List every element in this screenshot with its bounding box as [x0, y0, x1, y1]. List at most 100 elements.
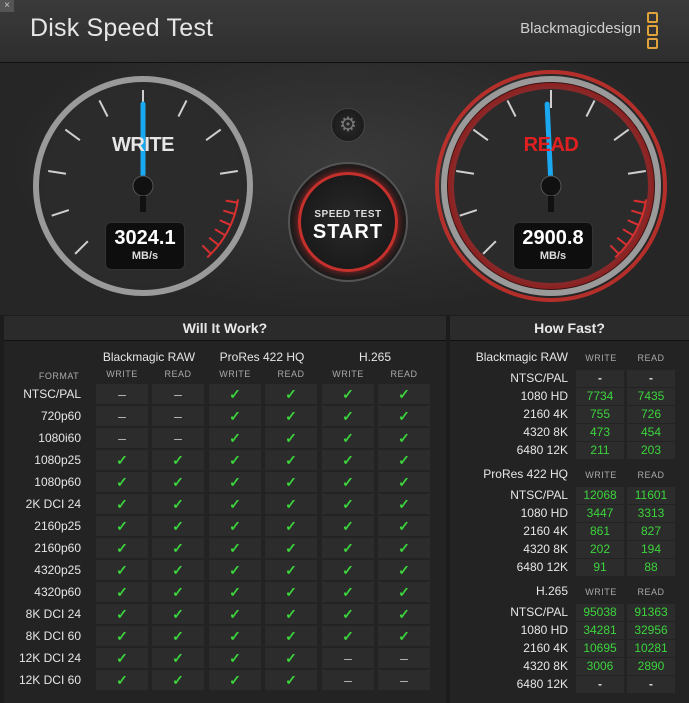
format-row-label: 4320 8K	[523, 659, 568, 673]
check-icon: ✓	[209, 384, 261, 404]
check-icon: ✓	[96, 582, 148, 602]
format-row-label: 1080 HD	[520, 623, 568, 637]
format-row-label: 1080i60	[38, 431, 81, 445]
read-gauge-dial	[435, 70, 667, 302]
format-row-label: 12K DCI 24	[18, 651, 81, 665]
format-row-label: 1080 HD	[520, 389, 568, 403]
dash-icon: –	[96, 384, 148, 404]
read-speed-value: 203	[627, 442, 675, 459]
codec-section-header: ProRes 422 HQ	[483, 467, 568, 481]
check-icon: ✓	[152, 670, 204, 690]
will-it-work-title: Will It Work?	[4, 316, 446, 341]
dash-icon: –	[378, 648, 430, 668]
check-icon: ✓	[209, 648, 261, 668]
read-speed-value: 2890	[627, 658, 675, 675]
check-icon: ✓	[265, 670, 317, 690]
write-col-header: WRITE	[585, 587, 617, 597]
format-row-label: 2160 4K	[523, 641, 568, 655]
format-row-label: 6480 12K	[516, 677, 568, 691]
read-speed-value: -	[627, 370, 675, 387]
read-unit: MB/s	[539, 250, 567, 262]
start-button-caption: SPEED TEST	[314, 209, 382, 220]
read-speed-value: 32956	[627, 622, 675, 639]
write-speed-value: 10695	[576, 640, 624, 657]
format-row-label: 2160p60	[34, 541, 81, 555]
check-icon: ✓	[209, 428, 261, 448]
check-icon: ✓	[265, 582, 317, 602]
write-col-header: WRITE	[585, 470, 617, 480]
check-icon: ✓	[322, 560, 374, 580]
write-speed-value: 91	[576, 559, 624, 576]
write-gauge-dial	[33, 76, 253, 296]
how-fast-panel: How Fast? Blackmagic RAW WRITE READ NTSC/PA…	[450, 316, 689, 703]
check-icon: ✓	[378, 384, 430, 404]
format-row-label: 8K DCI 60	[25, 629, 81, 643]
check-icon: ✓	[96, 494, 148, 514]
check-icon: ✓	[152, 560, 204, 580]
check-icon: ✓	[378, 472, 430, 492]
check-icon: ✓	[378, 604, 430, 624]
check-icon: ✓	[265, 428, 317, 448]
write-speed-value: 12068	[576, 487, 624, 504]
read-speed-value: 7435	[627, 388, 675, 405]
dash-icon: –	[322, 648, 374, 668]
check-icon: ✓	[378, 538, 430, 558]
check-icon: ✓	[96, 626, 148, 646]
check-icon: ✓	[322, 516, 374, 536]
close-icon[interactable]: ×	[0, 0, 14, 12]
dash-icon: –	[96, 428, 148, 448]
format-row-label: 2160p25	[34, 519, 81, 533]
check-icon: ✓	[152, 648, 204, 668]
settings-gear-icon[interactable]: ⚙	[331, 108, 365, 142]
read-speed-value: 88	[627, 559, 675, 576]
check-icon: ✓	[96, 472, 148, 492]
check-icon: ✓	[209, 538, 261, 558]
format-row-label: 8K DCI 24	[25, 607, 81, 621]
codec-section-header: Blackmagic RAW	[475, 350, 568, 364]
check-icon: ✓	[152, 604, 204, 624]
check-icon: ✓	[96, 450, 148, 470]
start-button-ring: SPEED TEST START	[298, 172, 398, 272]
write-speed-value: 95038	[576, 604, 624, 621]
check-icon: ✓	[265, 560, 317, 580]
read-col-header: READ	[637, 470, 665, 480]
check-icon: ✓	[96, 670, 148, 690]
dash-icon: –	[322, 670, 374, 690]
read-col-header: READ	[277, 369, 305, 379]
read-speed-value: 726	[627, 406, 675, 423]
read-speed-value: 454	[627, 424, 675, 441]
brand-logo-icon	[647, 12, 658, 49]
format-row-label: 6480 12K	[516, 443, 568, 457]
write-speed-value: 34281	[576, 622, 624, 639]
check-icon: ✓	[265, 406, 317, 426]
check-icon: ✓	[322, 406, 374, 426]
read-gauge: READ 2900.8 MB/s	[430, 70, 672, 306]
format-row-label: 1080 HD	[520, 506, 568, 520]
dash-icon: –	[152, 428, 204, 448]
read-gauge-label: READ	[523, 134, 579, 156]
check-icon: ✓	[378, 494, 430, 514]
check-icon: ✓	[209, 450, 261, 470]
format-row-label: 4320p60	[34, 585, 81, 599]
format-row-label: 6480 12K	[516, 560, 568, 574]
dash-icon: –	[152, 384, 204, 404]
read-gauge-hub	[540, 175, 562, 197]
read-col-header: READ	[390, 369, 418, 379]
format-row-label: 4320 8K	[523, 425, 568, 439]
write-speed-value: 211	[576, 442, 624, 459]
check-icon: ✓	[322, 428, 374, 448]
check-icon: ✓	[209, 560, 261, 580]
start-button[interactable]: SPEED TEST START	[288, 162, 408, 282]
check-icon: ✓	[322, 384, 374, 404]
format-row-label: NTSC/PAL	[23, 387, 81, 401]
check-icon: ✓	[265, 494, 317, 514]
check-icon: ✓	[322, 450, 374, 470]
write-speed-value: 755	[576, 406, 624, 423]
check-icon: ✓	[265, 538, 317, 558]
write-col-header: WRITE	[219, 369, 251, 379]
check-icon: ✓	[209, 494, 261, 514]
write-gauge-label: WRITE	[112, 134, 174, 156]
app-title: Disk Speed Test	[30, 14, 214, 42]
read-speed-value: 91363	[627, 604, 675, 621]
check-icon: ✓	[152, 472, 204, 492]
